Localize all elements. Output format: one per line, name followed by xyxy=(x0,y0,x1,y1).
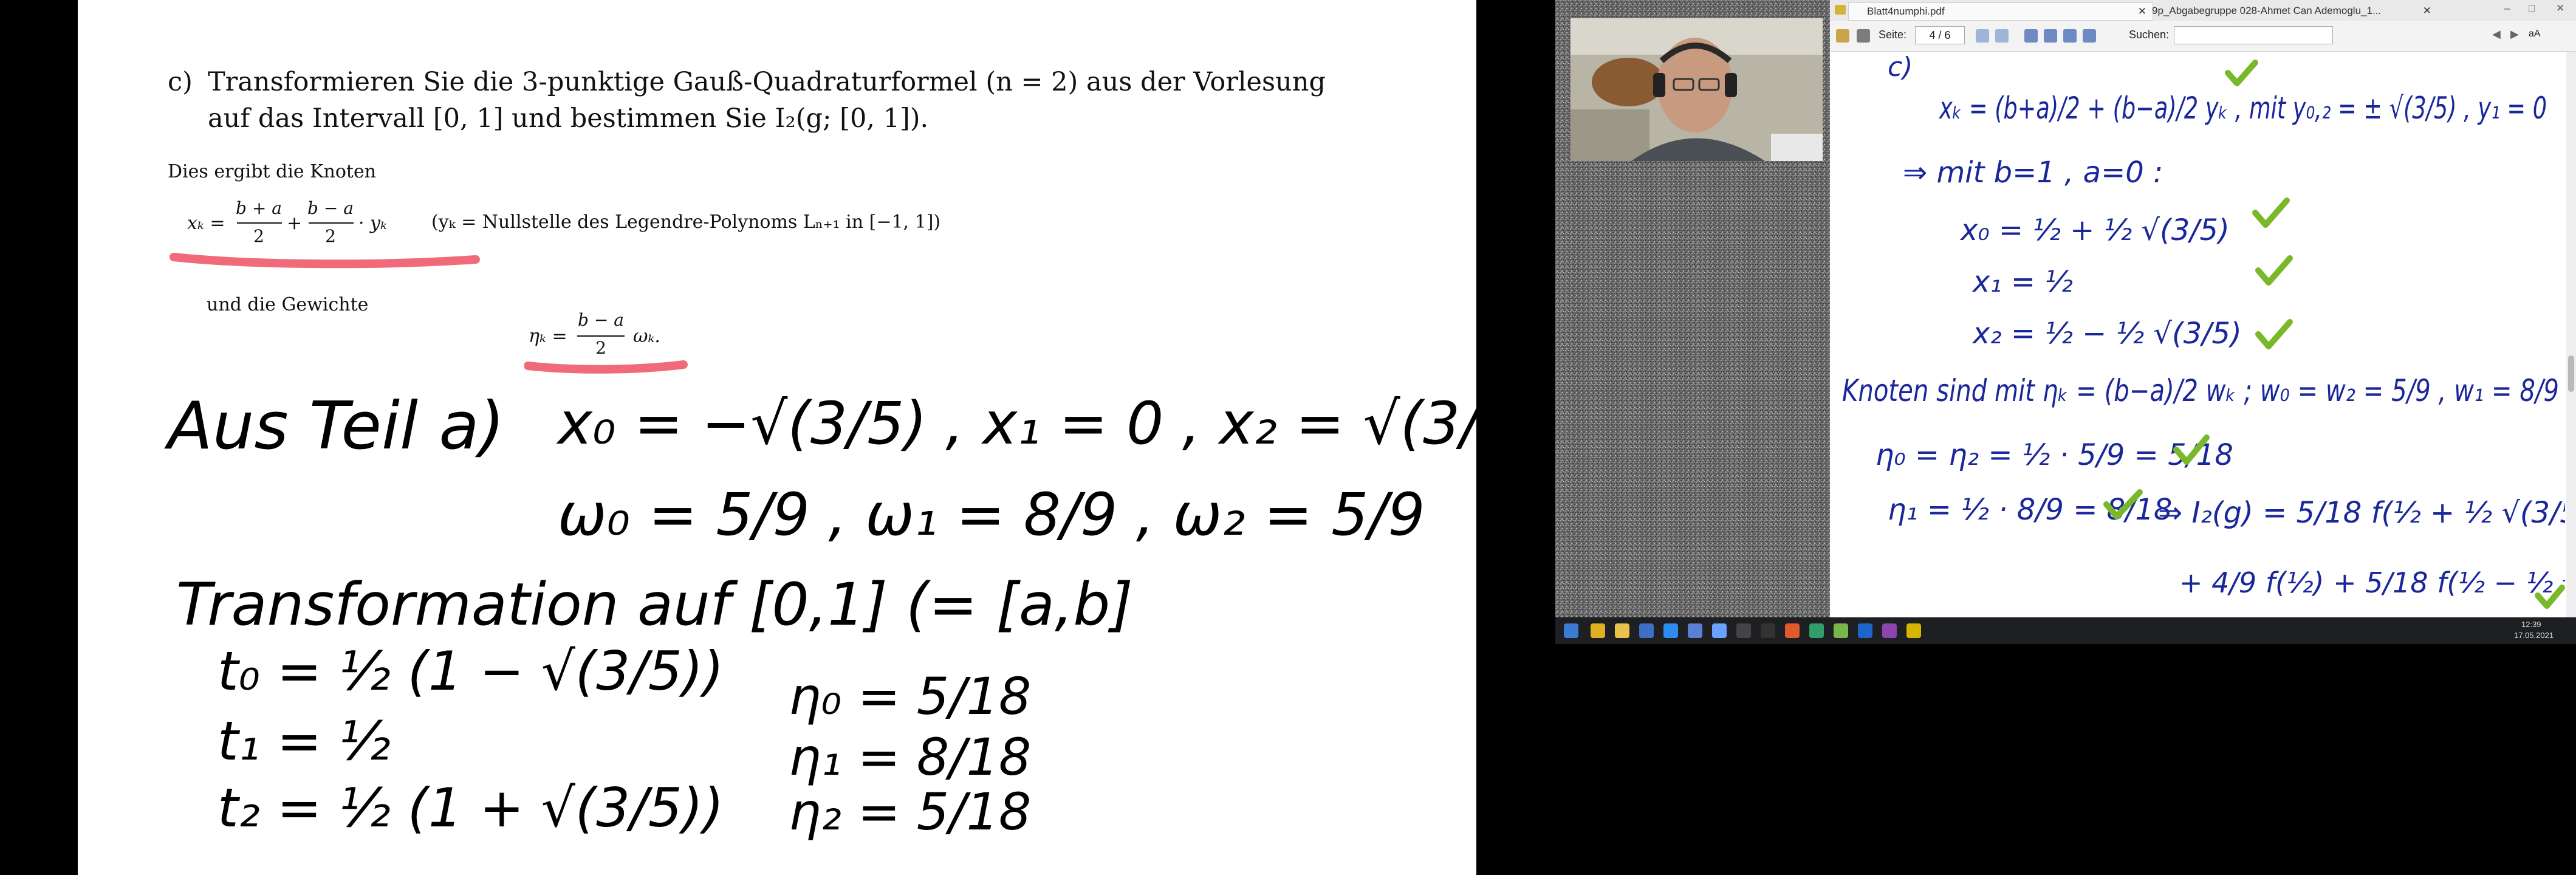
open-file-icon[interactable] xyxy=(1836,29,1849,43)
windows-taskbar: 12:39 17.05.2021 xyxy=(1555,617,2576,644)
viewer-toolbar: Seite: 4 / 6 Suchen: ◀ ▶ aA xyxy=(1830,21,2576,52)
v-hw-l0: c) xyxy=(1888,52,1913,83)
frac1-num: b + a xyxy=(236,198,282,218)
task-label: c) xyxy=(168,67,193,97)
zoom-in-icon[interactable] xyxy=(2083,29,2096,43)
app-icon-6[interactable] xyxy=(1785,623,1800,638)
maximize-icon[interactable]: □ xyxy=(2529,2,2535,15)
highlight-xk xyxy=(170,253,480,269)
checkmark-icon xyxy=(2252,197,2290,228)
v-hw-l9: ⇒ I₂(g) = 5/18 f(½ + ½ √(3/5)) xyxy=(2158,496,2565,530)
frac1-bar xyxy=(237,222,282,224)
hw-t0: t₀ = ½ (1 − √(3/5)) xyxy=(218,640,724,702)
checkmark-icon xyxy=(2255,255,2293,286)
weights-intro: und die Gewichte xyxy=(207,294,369,315)
v-hw-l6: Knoten sind mit ηₖ = (b−a)/2 wₖ ; w₀ = w… xyxy=(1842,373,2559,408)
chrome-icon[interactable] xyxy=(1591,623,1605,638)
zoom-out-icon[interactable] xyxy=(2063,29,2077,43)
frac2-bar xyxy=(309,222,354,224)
app-icon-2[interactable] xyxy=(1663,623,1678,638)
search-input[interactable] xyxy=(2174,26,2333,44)
plus-sign: + xyxy=(287,213,303,234)
next-page-icon[interactable] xyxy=(1995,29,2009,43)
app-icon-7[interactable] xyxy=(1809,623,1824,638)
minimize-icon[interactable]: – xyxy=(2504,2,2510,15)
v-hw-l10: + 4/9 f(½) + 5/18 f(½ − ½ √(3/5)) xyxy=(2179,566,2565,599)
tab-label: 9p_Abgabegruppe 028-Ahmet Can Ademoglu_1… xyxy=(2152,5,2382,16)
tab-blatt4numphi[interactable]: Blatt4numphi.pdf ✕ xyxy=(1848,2,2153,21)
eta-num: b − a xyxy=(578,310,624,330)
viewer-handwriting-layer: c) xₖ = (b+a)/2 + (b−a)/2 yₖ , mit y₀,₂ … xyxy=(1842,52,2576,609)
frac2-den: 2 xyxy=(325,226,336,246)
hw-n1: η₁ = 8/18 xyxy=(789,727,1031,787)
fit-width-icon[interactable] xyxy=(2044,29,2057,43)
tab-abgabegruppe[interactable]: 9p_Abgabegruppe 028-Ahmet Can Ademoglu_1… xyxy=(2134,2,2437,19)
eta-bar xyxy=(577,335,625,337)
eta-tail: ωₖ. xyxy=(633,326,660,347)
v-hw-l1: xₖ = (b+a)/2 + (b−a)/2 yₖ , mit y₀,₂ = ±… xyxy=(1939,91,2547,126)
pdf-viewer-window: Blatt4numphi.pdf ✕ 9p_Abgabegruppe 028-A… xyxy=(1830,0,2576,617)
frac1-den: 2 xyxy=(253,226,264,246)
webcam-person-image xyxy=(1571,18,1823,161)
prev-page-icon[interactable] xyxy=(1976,29,1989,43)
app-icon-5[interactable] xyxy=(1761,623,1775,638)
task-line-1: Transformieren Sie die 3-punktige Gauß-Q… xyxy=(208,67,1326,97)
v-hw-l3: x₀ = ½ + ½ √(3/5) xyxy=(1959,213,2230,247)
formula-xk-tail: · yₖ xyxy=(358,213,387,234)
clock-time[interactable]: 12:39 xyxy=(2521,620,2541,629)
search-next-icon[interactable]: ▶ xyxy=(2510,28,2519,41)
hw-transformation: Transformation auf [0,1] (= [a,b] xyxy=(176,571,1133,639)
webcam-video[interactable] xyxy=(1571,18,1823,161)
vertical-scrollbar[interactable] xyxy=(2566,52,2576,617)
app-icon-9[interactable] xyxy=(1858,623,1872,638)
formula-xk-lhs: xₖ = xyxy=(187,213,225,234)
checkmark-icon xyxy=(2225,60,2258,86)
search-label: Suchen: xyxy=(2129,29,2170,41)
app-icon-11[interactable] xyxy=(1906,623,1921,638)
checkmark-icon xyxy=(2255,319,2293,349)
hw-x-nodes: x₀ = −√(3/5) , x₁ = 0 , x₂ = √(3/5) xyxy=(556,389,1476,458)
eta-lhs: ηₖ = xyxy=(529,326,567,347)
highlight-eta xyxy=(524,360,688,374)
app-icon xyxy=(1835,5,1846,15)
app-icon-10[interactable] xyxy=(1882,623,1897,638)
close-icon[interactable]: ✕ xyxy=(2423,2,2431,19)
nodes-intro: Dies ergibt die Knoten xyxy=(168,161,377,182)
task-line-2: auf das Intervall [0, 1] und bestimmen S… xyxy=(208,103,929,134)
print-icon[interactable] xyxy=(1857,29,1870,43)
pdf-document-area[interactable]: c) xₖ = (b+a)/2 + (b−a)/2 yₖ , mit y₀,₂ … xyxy=(1830,52,2576,617)
viewer-tab-bar: Blatt4numphi.pdf ✕ 9p_Abgabegruppe 028-A… xyxy=(1830,0,2576,21)
app-icon-8[interactable] xyxy=(1834,623,1848,638)
lecture-page: c) Transformieren Sie die 3-punktige Gau… xyxy=(78,0,1476,875)
scrollbar-thumb[interactable] xyxy=(2568,355,2574,392)
hw-n2: η₂ = 5/18 xyxy=(789,782,1031,842)
app-icon-3[interactable] xyxy=(1688,623,1702,638)
v-hw-l2: ⇒ mit b=1 , a=0 : xyxy=(1903,156,2163,190)
v-hw-l4: x₁ = ½ xyxy=(1971,265,2073,299)
frac2-num: b − a xyxy=(307,198,354,218)
match-case-icon[interactable]: aA xyxy=(2529,29,2541,39)
fit-page-icon[interactable] xyxy=(2024,29,2038,43)
clock-date[interactable]: 17.05.2021 xyxy=(2514,631,2554,640)
start-icon[interactable] xyxy=(1564,623,1578,638)
v-hw-l8: η₁ = ½ · 8/9 = 8/18 xyxy=(1888,493,2172,527)
hw-weights: ω₀ = 5/9 , ω₁ = 8/9 , ω₂ = 5/9 xyxy=(558,481,1425,549)
hw-aus-teil: Aus Teil a) xyxy=(164,388,505,464)
page-number-input[interactable]: 4 / 6 xyxy=(1915,26,1965,44)
tab-label: Blatt4numphi.pdf xyxy=(1867,5,1945,17)
page-label: Seite: xyxy=(1879,29,1907,41)
window-close-icon[interactable]: ✕ xyxy=(2556,2,2564,15)
v-hw-l5: x₂ = ½ − ½ √(3/5) xyxy=(1971,317,2242,351)
app-icon-4[interactable] xyxy=(1712,623,1727,638)
terminal-icon[interactable] xyxy=(1736,623,1751,638)
file-explorer-icon[interactable] xyxy=(1615,623,1629,638)
hw-n0: η₀ = 5/18 xyxy=(789,667,1031,726)
handwriting-layer: Aus Teil a) x₀ = −√(3/5) , x₁ = 0 , x₂ =… xyxy=(164,388,1476,842)
search-prev-icon[interactable]: ◀ xyxy=(2492,28,2501,41)
yk-note: (yₖ = Nullstelle des Legendre-Polynoms L… xyxy=(431,211,941,233)
app-icon-1[interactable] xyxy=(1639,623,1654,638)
hw-t2: t₂ = ½ (1 + √(3/5)) xyxy=(218,777,724,839)
hw-t1: t₁ = ½ xyxy=(218,710,391,772)
